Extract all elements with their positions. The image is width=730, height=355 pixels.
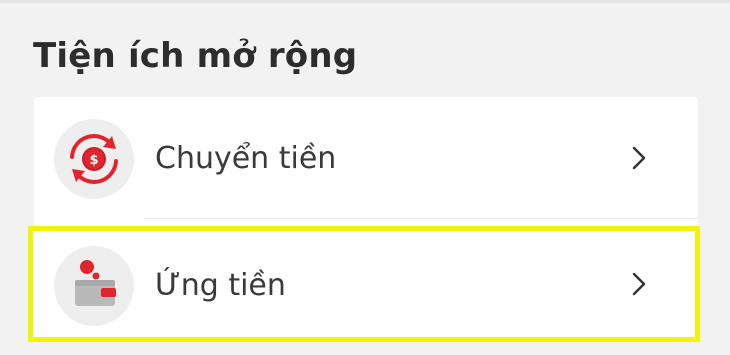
chevron-right-icon — [631, 271, 647, 297]
chevron-right-icon — [631, 145, 647, 171]
item-label-advance: Ứng tiền — [155, 268, 286, 303]
list-item-transfer[interactable]: $ Chuyển tiền — [34, 97, 698, 217]
list-item-advance[interactable]: Ứng tiền — [34, 226, 698, 340]
row-divider — [144, 218, 698, 219]
item-label-transfer: Chuyển tiền — [155, 141, 337, 176]
section-title: Tiện ích mở rộng — [33, 36, 358, 76]
svg-text:$: $ — [89, 153, 98, 168]
money-transfer-icon: $ — [54, 119, 134, 199]
wallet-icon — [54, 246, 134, 326]
utilities-card: $ Chuyển tiền Ứng tiền — [34, 97, 698, 340]
top-divider — [0, 0, 730, 3]
